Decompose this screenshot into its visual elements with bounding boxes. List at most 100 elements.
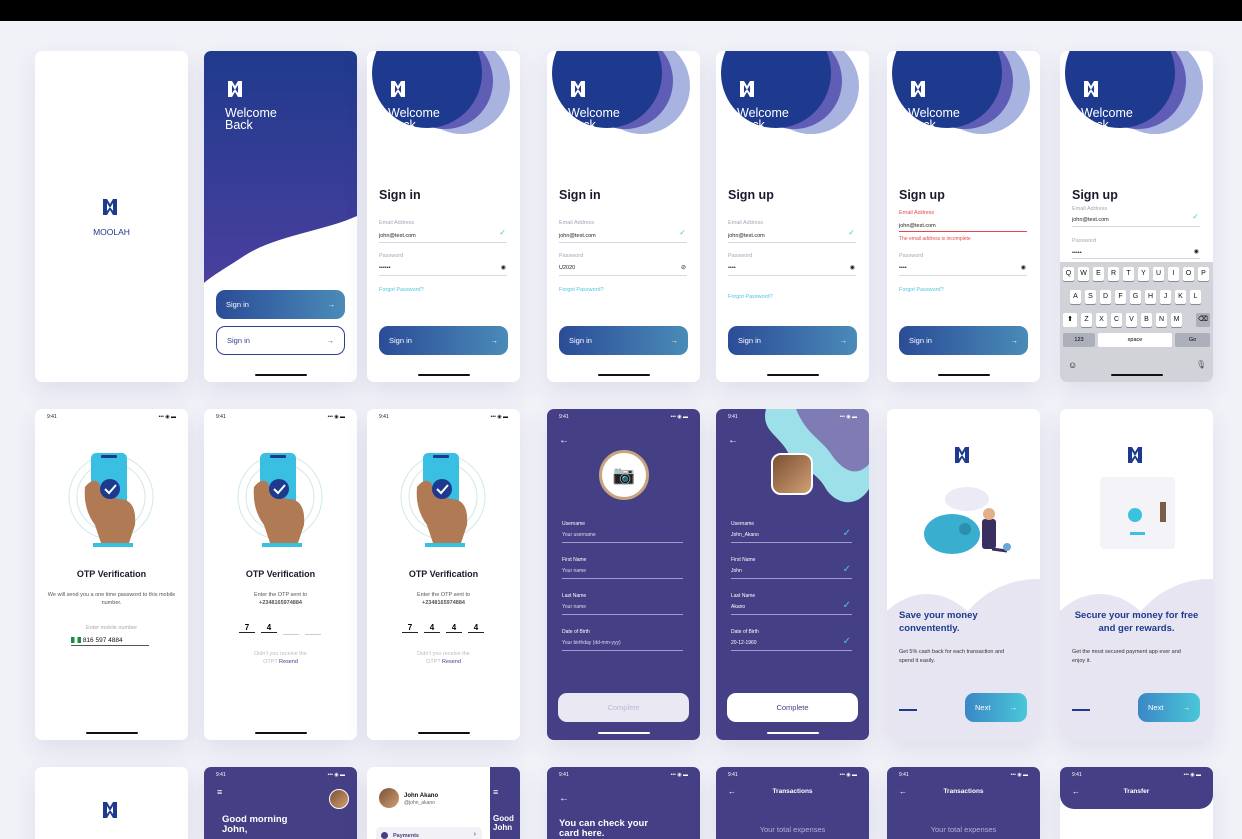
resend-link[interactable]: Resend [442, 659, 461, 665]
camera-icon[interactable]: 📷 [599, 450, 649, 500]
avatar[interactable] [379, 788, 399, 808]
keyboard-key-v[interactable]: V [1126, 313, 1137, 327]
keyboard-key-q[interactable]: Q [1063, 267, 1074, 281]
keyboard-key-l[interactable]: L [1190, 290, 1201, 304]
keyboard-key-u[interactable]: U [1153, 267, 1164, 281]
forgot-password-link[interactable]: Forgot Password? [899, 287, 944, 293]
password-field[interactable]: •••• [728, 265, 736, 271]
sign-in-button[interactable]: Sign in → [559, 326, 688, 355]
resend-link[interactable]: Resend [279, 659, 298, 665]
keyboard-key-h[interactable]: H [1145, 290, 1156, 304]
keyboard-key-j[interactable]: J [1160, 290, 1171, 304]
home-indicator [417, 732, 470, 734]
keyboard-key-f[interactable]: F [1115, 290, 1126, 304]
back-arrow-icon[interactable]: ← [559, 793, 569, 804]
first-name-input[interactable]: John [731, 568, 742, 574]
otp-digit-2[interactable]: 4 [424, 623, 440, 633]
password-label: Password [728, 253, 753, 259]
first-name-input[interactable]: Your name [562, 568, 586, 574]
eye-icon[interactable]: ◉ [1021, 264, 1026, 271]
username-input[interactable]: John_Akano [731, 532, 759, 538]
otp-digit-3[interactable] [283, 623, 299, 635]
complete-button[interactable]: Complete [727, 693, 858, 722]
next-button[interactable]: Next → [965, 693, 1027, 722]
password-field[interactable]: U2020 [559, 265, 575, 271]
otp-digit-4[interactable] [305, 623, 321, 635]
forgot-password-link[interactable]: Forgot Password? [379, 287, 424, 293]
home-indicator [1110, 374, 1163, 376]
email-field[interactable]: john@test.com [379, 233, 416, 239]
menu-item-payments[interactable]: Payments › [376, 827, 482, 839]
email-underline [1072, 226, 1200, 227]
dob-input[interactable]: Your birthday (dd-mm-yyy) [562, 640, 621, 646]
eye-icon[interactable]: ◉ [501, 264, 506, 271]
forgot-password-link[interactable]: Forgot Password? [559, 287, 604, 293]
keyboard-key-a[interactable]: A [1070, 290, 1081, 304]
last-name-input[interactable]: Akano [731, 604, 745, 610]
keyboard-key-w[interactable]: W [1078, 267, 1089, 281]
keyboard-key-b[interactable]: B [1141, 313, 1152, 327]
password-label: Password [379, 253, 404, 259]
sign-in-outline-button[interactable]: Sign in → [216, 326, 345, 355]
email-field[interactable]: john@test.com [728, 233, 765, 239]
otp-digit-1[interactable]: 7 [402, 623, 418, 633]
back-arrow-icon[interactable]: ← [559, 435, 569, 446]
sign-in-button[interactable]: Sign in → [379, 326, 508, 355]
keyboard-key-y[interactable]: Y [1138, 267, 1149, 281]
email-field[interactable]: john@test.com [1072, 217, 1109, 223]
otp-digit-4[interactable]: 4 [468, 623, 484, 633]
avatar[interactable] [329, 789, 349, 809]
menu-icon[interactable]: ≡ [493, 787, 498, 797]
shift-icon[interactable]: ⬆ [1063, 313, 1077, 327]
keyboard-go-key[interactable]: Go [1175, 333, 1210, 347]
mobile-label: Enter mobile number [85, 625, 138, 631]
forgot-password-link[interactable]: Forgot Password? [728, 294, 773, 300]
keyboard-key-c[interactable]: C [1111, 313, 1122, 327]
password-field[interactable]: •••• [899, 265, 907, 271]
keyboard-123-key[interactable]: 123 [1063, 333, 1095, 347]
home-indicator [597, 374, 650, 376]
password-field[interactable]: •••••• [379, 265, 391, 271]
keyboard-key-o[interactable]: O [1183, 267, 1194, 281]
keyboard-key-x[interactable]: X [1096, 313, 1107, 327]
email-field[interactable]: john@test.com [559, 233, 596, 239]
last-name-input[interactable]: Your name [562, 604, 586, 610]
keyboard-key-g[interactable]: G [1130, 290, 1141, 304]
onboarding-title: Secure your money for free and ger rewar… [1074, 610, 1199, 634]
sign-in-button[interactable]: Sign in → [728, 326, 857, 355]
keyboard-key-e[interactable]: E [1093, 267, 1104, 281]
eye-icon[interactable]: ◉ [1194, 248, 1199, 255]
otp-digit-3[interactable]: 4 [446, 623, 462, 633]
back-arrow-icon[interactable]: ← [728, 435, 738, 446]
emoji-icon[interactable]: ☺ [1068, 360, 1077, 370]
microphone-icon[interactable]: 🎙 [1196, 360, 1206, 369]
sign-in-button[interactable]: Sign in → [899, 326, 1028, 355]
email-field[interactable]: john@test.com [899, 223, 936, 229]
username-input[interactable]: Your username [562, 532, 596, 538]
avatar[interactable] [771, 453, 813, 495]
keyboard-key-n[interactable]: N [1156, 313, 1167, 327]
moolah-logo-icon [955, 447, 969, 463]
sign-in-button[interactable]: Sign in → [216, 290, 345, 319]
keyboard-key-p[interactable]: P [1198, 267, 1209, 281]
keyboard-space-key[interactable]: space [1098, 333, 1172, 347]
backspace-icon[interactable]: ⌫ [1196, 313, 1210, 327]
next-button[interactable]: Next → [1138, 693, 1200, 722]
eye-icon[interactable]: ◉ [850, 264, 855, 271]
keyboard-key-t[interactable]: T [1123, 267, 1134, 281]
complete-button-disabled[interactable]: Complete [558, 693, 689, 722]
keyboard-key-i[interactable]: I [1168, 267, 1179, 281]
keyboard-key-m[interactable]: M [1171, 313, 1182, 327]
keyboard-key-z[interactable]: Z [1081, 313, 1092, 327]
keyboard-key-s[interactable]: S [1085, 290, 1096, 304]
mobile-input[interactable]: 816 597 4884 [71, 637, 149, 646]
keyboard-key-r[interactable]: R [1108, 267, 1119, 281]
password-field[interactable]: ••••• [1072, 250, 1082, 256]
keyboard-key-d[interactable]: D [1100, 290, 1111, 304]
dob-input[interactable]: 20-12-1960 [731, 640, 757, 646]
otp-digit-2[interactable]: 4 [261, 623, 277, 633]
menu-icon[interactable]: ≡ [217, 787, 222, 797]
eye-off-icon[interactable]: ⊘ [681, 264, 686, 271]
keyboard-key-k[interactable]: K [1175, 290, 1186, 304]
otp-digit-1[interactable]: 7 [239, 623, 255, 633]
